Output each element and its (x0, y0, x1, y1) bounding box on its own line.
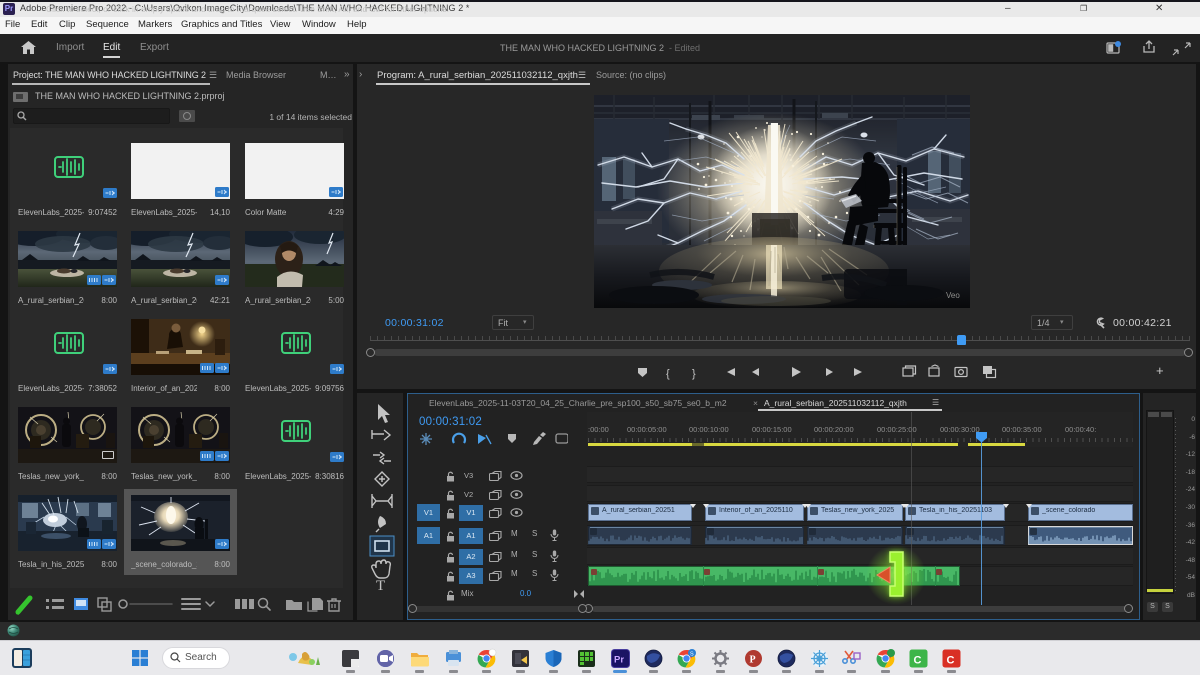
svg-text:}: } (692, 368, 696, 380)
svg-text:Pr: Pr (614, 655, 624, 666)
svg-text:T: T (376, 578, 385, 594)
svg-text:P: P (750, 655, 756, 666)
svg-text:{: { (666, 368, 670, 380)
svg-text:C: C (914, 655, 922, 667)
svg-text:S: S (690, 652, 694, 658)
svg-text:C: C (947, 655, 955, 667)
svg-text:Veo: Veo (946, 291, 960, 300)
